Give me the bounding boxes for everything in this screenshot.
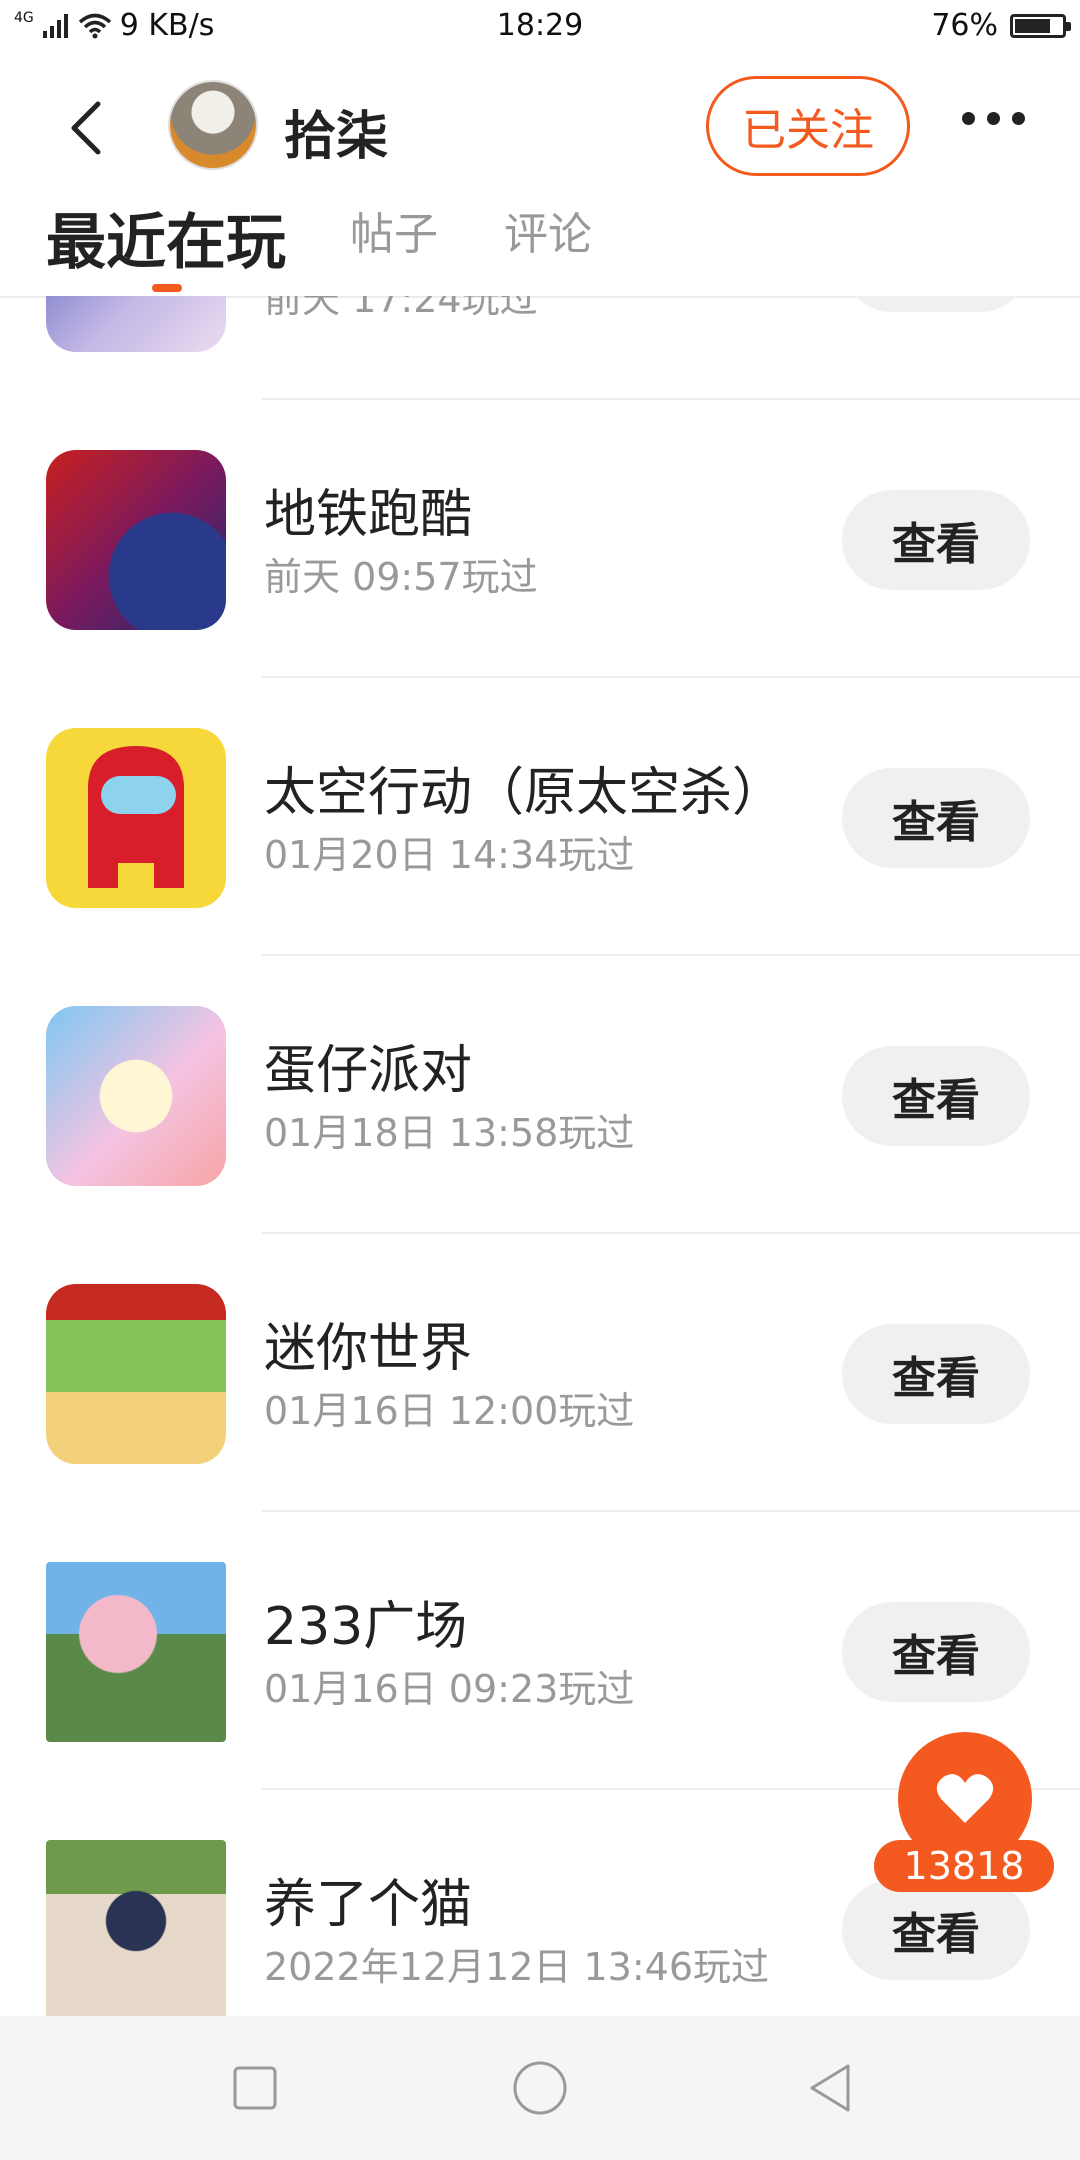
game-icon (46, 450, 226, 630)
like-count: 13818 (874, 1840, 1054, 1892)
last-played: 2022年12月12日 13:46玩过 (264, 1945, 770, 1989)
view-button[interactable]: 查看 (842, 296, 1030, 312)
system-nav-bar (0, 2016, 1080, 2160)
view-button[interactable]: 查看 (842, 1880, 1030, 1980)
game-title: 233广场 (264, 1597, 468, 1657)
tab-comments[interactable]: 评论 (504, 198, 592, 262)
clock: 18:29 (496, 8, 584, 43)
status-bar: 4G 9 KB/s 18:29 76% (0, 0, 1080, 56)
crewmate-icon (88, 746, 184, 888)
battery-icon (1010, 13, 1071, 38)
game-icon (46, 1562, 226, 1742)
tab-indicator (152, 284, 182, 292)
view-button[interactable]: 查看 (842, 1046, 1030, 1146)
game-icon (46, 1840, 226, 2016)
view-button[interactable]: 查看 (842, 768, 1030, 868)
game-icon (46, 728, 226, 908)
more-icon[interactable] (962, 112, 1025, 125)
game-title: 太空行动（原太空杀） (264, 763, 785, 823)
list-item[interactable]: 233广场 01月16日 09:23玩过 查看 (0, 1512, 1080, 1790)
view-button[interactable]: 查看 (842, 490, 1030, 590)
last-played: 01月16日 09:23玩过 (264, 1667, 635, 1711)
home-icon[interactable] (510, 2058, 570, 2118)
view-button[interactable]: 查看 (842, 1602, 1030, 1702)
list-item[interactable]: 迷你世界 01月16日 12:00玩过 查看 (0, 1234, 1080, 1512)
game-title: 蛋仔派对 (264, 1041, 473, 1101)
game-icon (46, 296, 226, 352)
game-title: 迷你世界 (264, 1319, 473, 1379)
recents-icon[interactable] (225, 2058, 285, 2118)
game-icon (46, 1006, 226, 1186)
profile-tabs: 最近在玩 帖子 评论 (0, 188, 1080, 298)
game-title: 养了个猫 (264, 1875, 473, 1935)
follow-button[interactable]: 已关注 (706, 76, 910, 176)
list-item[interactable]: 地铁跑酷 前天 09:57玩过 查看 (0, 400, 1080, 678)
username: 拾柒 (284, 107, 389, 167)
back-icon[interactable] (58, 98, 118, 158)
last-played: 01月18日 13:58玩过 (264, 1111, 635, 1155)
back-nav-icon[interactable] (800, 2058, 860, 2118)
tab-posts[interactable]: 帖子 (350, 198, 438, 262)
last-played: 前天 17:24玩过 (264, 296, 538, 321)
list-item[interactable]: 蛋仔派对 01月18日 13:58玩过 查看 (0, 956, 1080, 1234)
status-right: 76% (931, 8, 1071, 43)
list-item[interactable]: 太空行动（原太空杀） 01月20日 14:34玩过 查看 (0, 678, 1080, 956)
profile-header: 拾柒 已关注 (0, 56, 1080, 196)
heart-icon (936, 1774, 994, 1823)
game-icon (46, 1284, 226, 1464)
list-item[interactable]: 前天 17:24玩过 查看 (0, 296, 1080, 400)
tab-recent-play[interactable]: 最近在玩 (46, 194, 286, 281)
last-played: 前天 09:57玩过 (264, 555, 538, 599)
avatar[interactable] (168, 80, 258, 170)
last-played: 01月16日 12:00玩过 (264, 1389, 635, 1433)
view-button[interactable]: 查看 (842, 1324, 1030, 1424)
last-played: 01月20日 14:34玩过 (264, 833, 635, 877)
battery-percent: 76% (931, 8, 998, 43)
game-title: 地铁跑酷 (264, 485, 473, 545)
